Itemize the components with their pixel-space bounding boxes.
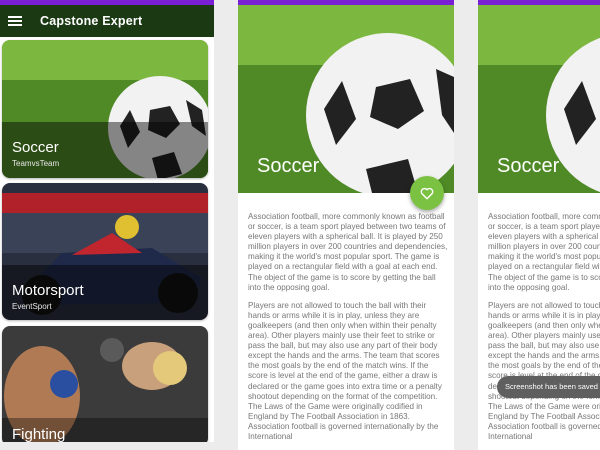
category-list-screen: Capstone Expert Soccer TeamvsTeam Motors… xyxy=(0,0,214,450)
card-title: Soccer xyxy=(12,139,59,156)
motorsport-image xyxy=(2,183,208,320)
card-title: Fighting xyxy=(12,426,66,443)
paragraph: Players are not allowed to touch the bal… xyxy=(248,300,442,441)
detail-description: Association football, more commonly know… xyxy=(248,212,448,450)
paragraph: Association football, more commonly know… xyxy=(488,212,600,292)
card-subtitle: TeamvsTeam xyxy=(12,159,60,168)
detail-title: Soccer xyxy=(497,155,560,177)
category-card-motorsport[interactable]: Motorsport EventSport xyxy=(2,183,208,320)
nav-strip xyxy=(0,442,214,450)
app-bar: Capstone Expert xyxy=(0,5,214,37)
category-card-fighting[interactable]: Fighting xyxy=(2,326,208,446)
paragraph: Association football, more commonly know… xyxy=(248,212,448,292)
detail-description: Association football, more commonly know… xyxy=(488,212,600,450)
app-title: Capstone Expert xyxy=(40,14,143,28)
favorite-button[interactable] xyxy=(410,176,444,210)
detail-screen: Soccer Association football, more common… xyxy=(238,0,454,450)
card-title: Motorsport xyxy=(12,282,84,299)
card-subtitle: EventSport xyxy=(12,302,52,311)
category-card-soccer[interactable]: Soccer TeamvsTeam xyxy=(2,40,208,178)
soccer-image xyxy=(2,40,208,178)
hamburger-menu-icon[interactable] xyxy=(8,16,22,26)
paragraph: Players are not allowed to touch the bal… xyxy=(488,300,600,441)
detail-title: Soccer xyxy=(257,155,320,177)
hero-image: Soccer xyxy=(478,5,600,193)
screenshot-toast: Screenshot has been saved to xyxy=(497,376,600,398)
heart-icon xyxy=(420,187,434,199)
hero-image: Soccer xyxy=(238,5,454,193)
